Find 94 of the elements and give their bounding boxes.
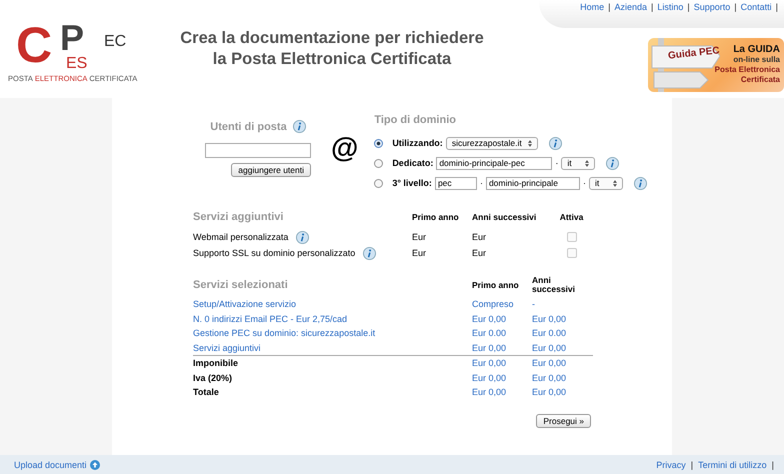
option-label: 3° livello:: [392, 178, 432, 188]
option-label: Dedicato:: [392, 158, 434, 168]
info-icon[interactable]: [296, 230, 310, 244]
updown-icon: [612, 180, 617, 186]
page-headline: la Posta Elettronica Certificata: [212, 49, 452, 70]
price-cell-text: Eur 0.00: [532, 328, 568, 338]
price-cell-text: Eur 0,00: [472, 358, 508, 368]
radio-button[interactable]: [374, 158, 384, 168]
user-input-field[interactable]: [205, 143, 311, 158]
nav-link[interactable]: Listino: [657, 2, 684, 12]
column-header: Anni successivi: [532, 276, 576, 294]
dropdown[interactable]: it: [561, 156, 596, 170]
service-label: Supporto SSL su dominio personalizzato: [193, 248, 356, 258]
nav-link[interactable]: Azienda: [614, 2, 648, 12]
service-link[interactable]: Gestione PEC su dominio: sicurezzapostale.it: [193, 328, 472, 338]
footer-separator: |: [772, 460, 774, 470]
column-header: Primo anno: [412, 212, 460, 222]
footer-link[interactable]: Privacy: [656, 460, 686, 470]
price-cell-text: Eur 0,00: [472, 314, 508, 324]
nav-separator: |: [608, 2, 611, 12]
footer-link[interactable]: Termini di utilizzo: [698, 460, 767, 470]
logo-letter: C: [16, 20, 52, 70]
price-cell-text: Eur 0.00: [472, 328, 508, 338]
add-users-button[interactable]: aggiungere utenti: [231, 163, 311, 177]
price-cell-text: -: [532, 299, 536, 310]
nav-separator: |: [687, 2, 690, 12]
upload-link[interactable]: Upload documenti: [14, 460, 87, 470]
info-icon[interactable]: [363, 246, 376, 260]
dropdown[interactable]: it: [588, 176, 623, 190]
price-cell-text: Eur: [412, 248, 428, 258]
dropdown[interactable]: sicurezzapostale.it: [446, 136, 538, 150]
checkbox[interactable]: [566, 248, 576, 258]
banner-text: Certificata: [740, 75, 780, 85]
text-field[interactable]: pec: [434, 176, 477, 190]
info-icon[interactable]: [606, 156, 620, 170]
radio-button[interactable]: [374, 178, 384, 188]
banner-sign-text: Guida PEC: [668, 45, 720, 62]
price-cell-text: Eur: [472, 232, 488, 242]
price-cell-text: Eur 0,00: [532, 342, 568, 353]
nav-separator: |: [734, 2, 737, 12]
nav-separator: |: [651, 2, 654, 12]
column-header: Anni successivi: [472, 212, 538, 222]
section-heading: Utenti di posta: [210, 120, 287, 132]
price-cell-text: Eur 0,00: [472, 387, 508, 398]
price-cell-text: Compreso: [472, 299, 515, 310]
column-header: Attiva: [558, 212, 584, 222]
service-link[interactable]: N. 0 indirizzi Email PEC - Eur 2,75/cad: [193, 314, 472, 324]
page-headline: Crea la documentazione per richiedere: [179, 28, 485, 49]
price-cell-text: Eur: [412, 232, 428, 242]
service-link[interactable]: Servizi aggiuntivi: [193, 342, 472, 353]
banner-text: La GUIDA: [733, 45, 780, 55]
checkbox[interactable]: [566, 232, 576, 242]
info-icon[interactable]: [292, 120, 306, 133]
upload-icon[interactable]: [90, 460, 100, 470]
logo-letter: P: [60, 20, 84, 56]
total-label: Iva (20%): [193, 372, 234, 383]
nav-link[interactable]: Contatti: [740, 2, 772, 12]
dot-separator: ·: [555, 158, 558, 168]
total-label: Imponibile: [193, 358, 239, 368]
dot-separator: ·: [582, 178, 586, 188]
price-cell-text: Eur 0,00: [532, 314, 568, 324]
logo-text: EC: [104, 34, 126, 50]
text-field[interactable]: dominio-principale-pec: [436, 156, 552, 170]
option-label: Utilizzando:: [392, 138, 443, 148]
guide-banner[interactable]: Guida PEC La GUIDA on-line sulla Posta Elettronica Certificata: [648, 38, 784, 92]
price-cell-text: Eur 0,00: [472, 372, 508, 383]
nav-link[interactable]: Supporto: [694, 2, 730, 12]
banner-text: Posta Elettronica: [714, 65, 780, 75]
radio-button[interactable]: [374, 138, 384, 148]
service-label: Webmail personalizzata: [193, 232, 288, 242]
service-link[interactable]: Setup/Attivazione servizio: [193, 299, 472, 310]
nav-link[interactable]: Home: [580, 2, 604, 12]
at-sign: @: [331, 134, 358, 162]
column-header: Primo anno: [472, 280, 520, 290]
section-heading: Servizi selezionati: [193, 279, 289, 291]
price-cell-text: Eur 0,00: [532, 358, 568, 368]
section-heading: Servizi aggiuntivi: [193, 211, 284, 223]
total-label: Totale: [193, 387, 220, 398]
price-cell-text: Eur: [472, 248, 488, 258]
logo-text: ES: [66, 56, 88, 72]
text-field[interactable]: dominio-principale: [486, 176, 580, 190]
dot-separator: ·: [480, 178, 483, 188]
updown-icon: [585, 160, 590, 166]
price-cell-text: Eur 0,00: [532, 372, 568, 383]
updown-icon: [528, 140, 532, 146]
continue-button[interactable]: Prosegui »: [536, 414, 591, 428]
footer-separator: |: [690, 460, 694, 470]
price-cell-text: Eur 0,00: [472, 342, 508, 353]
section-heading: Tipo di dominio: [374, 114, 457, 126]
nav-separator: |: [776, 2, 778, 12]
info-icon[interactable]: [634, 176, 647, 190]
info-icon[interactable]: [548, 136, 562, 150]
price-cell-text: Eur 0,00: [532, 387, 568, 398]
banner-text: on-line sulla: [733, 55, 780, 65]
